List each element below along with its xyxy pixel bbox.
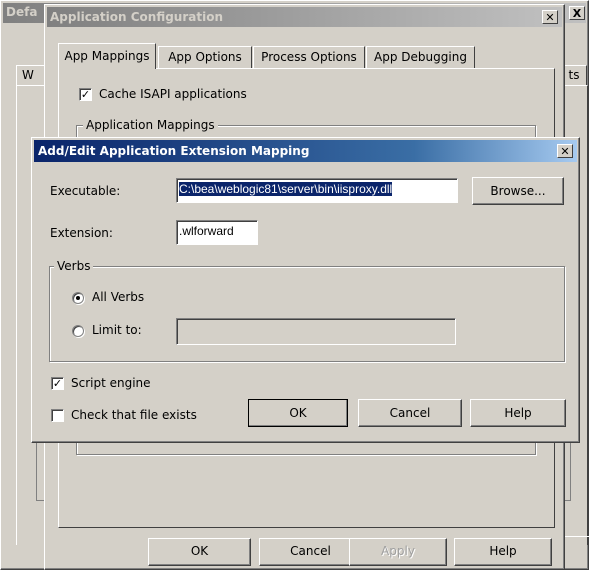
mapping-dialog-close-button[interactable]: ✕ (557, 144, 573, 158)
script-engine-checkbox[interactable]: ✓ (51, 377, 64, 390)
radio-selected-icon (76, 296, 80, 300)
background-window-title: Defa (6, 5, 38, 19)
tab-app-mappings[interactable]: App Mappings (58, 43, 156, 69)
app-config-help-button[interactable]: Help (454, 538, 552, 566)
background-close-button[interactable]: X (569, 6, 585, 20)
all-verbs-radio[interactable] (72, 292, 84, 304)
app-config-ok-button[interactable]: OK (148, 538, 251, 566)
app-config-close-button[interactable]: ✕ (542, 10, 558, 24)
tab-process-options[interactable]: Process Options (253, 46, 365, 68)
tab-app-mappings-label: App Mappings (64, 49, 150, 63)
check-file-exists-checkbox[interactable] (51, 409, 64, 422)
app-config-apply-button: Apply (349, 538, 447, 566)
mapping-help-button[interactable]: Help (470, 399, 566, 427)
app-config-cancel-button[interactable]: Cancel (259, 538, 362, 566)
tab-app-options[interactable]: App Options (158, 46, 252, 68)
verbs-legend: Verbs (54, 259, 94, 273)
tab-app-debugging-label: App Debugging (374, 50, 467, 64)
mapping-dialog: Add/Edit Application Extension Mapping ✕… (31, 137, 580, 443)
checkmark-icon: ✓ (52, 377, 63, 390)
script-engine-label: Script engine (71, 376, 151, 390)
all-verbs-label: All Verbs (92, 290, 145, 304)
verbs-group (49, 266, 565, 362)
browse-button[interactable]: Browse... (472, 177, 564, 205)
background-tab-right-label: ts (568, 68, 580, 82)
cache-isapi-label: Cache ISAPI applications (99, 87, 247, 101)
tab-process-options-label: Process Options (261, 50, 357, 64)
close-icon: ✕ (560, 145, 570, 158)
limit-to-label: Limit to: (92, 323, 142, 337)
executable-input[interactable]: C:\bea\weblogic81\server\bin\iisproxy.dl… (176, 178, 458, 203)
mapping-dialog-titlebar: Add/Edit Application Extension Mapping (34, 140, 577, 162)
cache-isapi-checkbox[interactable]: ✓ (79, 88, 92, 101)
extension-value: .wlforward (179, 224, 234, 238)
app-config-titlebar: Application Configuration (47, 7, 562, 27)
mapping-dialog-title: Add/Edit Application Extension Mapping (38, 144, 310, 158)
close-icon: ✕ (545, 11, 555, 24)
tab-app-debugging[interactable]: App Debugging (366, 46, 475, 68)
mapping-cancel-button[interactable]: Cancel (358, 399, 462, 427)
extension-input[interactable]: .wlforward (176, 220, 258, 245)
executable-value: C:\bea\weblogic81\server\bin\iisproxy.dl… (179, 182, 393, 196)
tab-app-options-label: App Options (168, 50, 242, 64)
extension-label: Extension: (50, 226, 113, 240)
checkmark-icon: ✓ (80, 88, 91, 101)
check-file-exists-label: Check that file exists (71, 408, 197, 422)
limit-to-radio[interactable] (72, 325, 84, 337)
close-icon: X (572, 7, 582, 20)
mapping-ok-button[interactable]: OK (248, 399, 348, 427)
background-tab-left-label: W (22, 68, 34, 82)
limit-to-input (176, 318, 456, 345)
application-mappings-legend: Application Mappings (83, 118, 218, 132)
executable-label: Executable: (50, 184, 121, 198)
app-config-title: Application Configuration (50, 10, 223, 24)
